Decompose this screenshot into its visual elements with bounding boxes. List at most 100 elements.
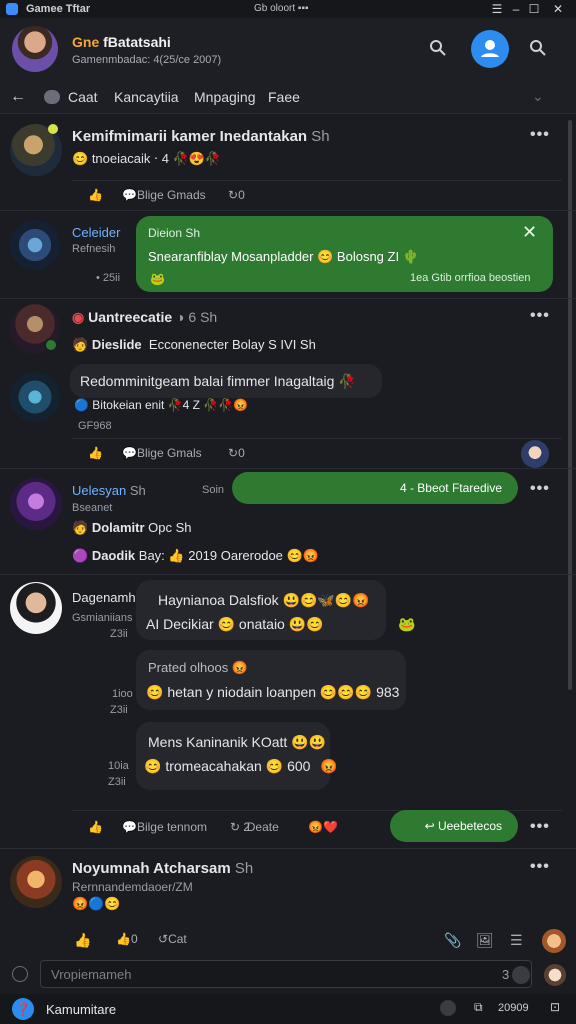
chevron-down-icon[interactable]: ⌄ (532, 88, 544, 105)
more-options-icon[interactable]: ••• (530, 818, 550, 836)
minimize-icon[interactable]: – (508, 1, 524, 17)
bubble-title: Haynianoa Dalsfiok 😃😊🦋😊😡 (158, 592, 370, 608)
reactions-icon[interactable]: 😡❤️ (308, 820, 338, 834)
post-actions: 👍 💬 Bilge tennom ↻ 2 Deate 😡❤️ (86, 820, 386, 836)
divider (72, 438, 562, 439)
comment-button[interactable]: ↺ Cat (158, 932, 187, 946)
attachment-icon[interactable]: 📎 (444, 932, 461, 949)
menu-icon[interactable]: ☰ (489, 1, 505, 17)
comment-button[interactable]: 💬 Blige Gmals (122, 446, 202, 460)
reply-pill[interactable]: ↩ Ueebetecos (390, 810, 518, 842)
message-bubble[interactable]: Haynianoa Dalsfiok 😃😊🦋😊😡 AI Decikiar 😊 o… (136, 580, 386, 640)
chat-bubble-icon (44, 90, 60, 104)
message-time: 1ioo (112, 688, 133, 700)
post-avatar[interactable] (10, 856, 62, 908)
list-icon[interactable]: ☰ (510, 932, 523, 949)
post-time: Soin (202, 484, 225, 496)
card-footer: 1ea Gtib orrfioa beostien (410, 272, 531, 284)
status-dot (48, 124, 58, 134)
post-subtitle: Gsmianiians (72, 612, 133, 624)
post-avatar[interactable] (10, 478, 62, 530)
share-button[interactable]: ↻ 0 (228, 446, 245, 460)
divider (0, 468, 576, 469)
emoji-icon[interactable] (12, 966, 28, 982)
message-bubble[interactable]: Redomminitgeam balai fimmer Inagaltaig 🥀 (70, 364, 382, 398)
post-author: ◉ Uantreecatie ◑ 6 Sh (72, 309, 218, 325)
post-avatar[interactable] (10, 582, 62, 634)
comment-button[interactable]: 💬 Bilge tennom (122, 820, 207, 834)
profile-header: Gne fBatatsahi Gamenmbadac: 4(25/ce 2007… (0, 18, 576, 80)
app-title: Gamee Tftar (26, 3, 91, 15)
message-bubble[interactable]: Mens Kaninanik KOatt 😃😃 😊 tromeacahakan … (136, 722, 330, 790)
back-arrow-icon[interactable]: ← (10, 88, 28, 106)
notification-icon[interactable]: ⊡ (550, 1000, 560, 1014)
like-icon[interactable]: 👍 (88, 188, 103, 202)
profile-name: Gne fBatatsahi (72, 34, 171, 50)
like-count-button[interactable]: 👍 0 (116, 932, 138, 946)
thumbs-up-outline-icon[interactable]: 👍 (74, 932, 91, 949)
tray-icon[interactable]: ⧉ (474, 1000, 483, 1015)
image-icon[interactable]: 🖼 (476, 932, 494, 949)
tab-chat[interactable]: Caat (68, 89, 98, 105)
message-bubble[interactable]: Prated olhoos 😡 😊 hetan y niodain loanpe… (136, 650, 406, 710)
like-icon[interactable]: 👍 (88, 820, 103, 834)
sender-subtitle: Refnesih (72, 243, 116, 255)
app-logo-icon[interactable]: ❓ (12, 998, 34, 1020)
add-user-button[interactable] (471, 30, 509, 68)
titlebar-center-text: Gb oloort ▪▪▪ (254, 3, 309, 14)
tab-faee[interactable]: Faee (268, 89, 300, 105)
message-card[interactable]: Dieion Sh Snearanfiblay Mosanpladder 😊 B… (136, 216, 553, 292)
help-icon[interactable] (440, 1000, 456, 1016)
post-author: Kemifmimarii kamer Inedantakan Sh (72, 128, 330, 145)
post-footer: GF968 (78, 420, 112, 432)
scrollbar[interactable] (568, 120, 572, 690)
search-alt-icon[interactable] (528, 38, 548, 58)
profile-subtitle: Gamenmbadac: 4(25/ce 2007) (72, 54, 222, 66)
bubble-title: Mens Kaninanik KOatt 😃😃 (148, 734, 327, 750)
post-author: Dagenamhe (72, 590, 143, 605)
reaction-icons: 😡🔵😊 (72, 896, 121, 911)
sender-name: Celeider (72, 225, 121, 240)
bottom-label: Kamumitare (46, 1002, 117, 1017)
like-icon[interactable]: 👍 (88, 446, 103, 460)
post-subtitle: Bseanet (72, 502, 113, 514)
message-input[interactable]: Vropiemameh 3 G (40, 960, 532, 988)
post-line: 🧑 Dolamitr Opc Sh (72, 520, 192, 535)
tab-kancaytiia[interactable]: Kancaytiia (114, 89, 179, 105)
post-actions: 👍 💬 Blige Gmads ↻ 0 (86, 188, 386, 204)
share-button[interactable]: ↻ 2 Deate (230, 820, 279, 834)
maximize-icon[interactable]: ☐ (526, 1, 542, 17)
post-author: Uelesyan Sh (72, 483, 146, 498)
divider (0, 848, 576, 849)
user-mini-avatar[interactable] (542, 929, 566, 953)
comment-button[interactable]: 💬 Blige Gmads (122, 188, 206, 202)
post-actions: 👍 💬 Blige Gmals ↻ 0 (86, 446, 386, 462)
window-titlebar: Gamee Tftar Gb oloort ▪▪▪ ☰ – ☐ ✕ (0, 0, 576, 18)
profile-avatar[interactable] (12, 26, 58, 72)
more-options-icon[interactable]: ••• (530, 126, 550, 144)
bubble-text: AI Decikiar 😊 onataio 😃😊 (146, 616, 324, 632)
close-window-icon[interactable]: ✕ (550, 1, 566, 17)
tab-bar: ← Caat Kancaytiia Mnpaging Faee ⌄ (0, 80, 576, 114)
sender-avatar[interactable] (10, 220, 60, 270)
composer-avatar[interactable] (544, 964, 566, 986)
more-options-icon[interactable]: ••• (530, 480, 550, 498)
search-icon[interactable] (428, 38, 448, 58)
post-subtitle: Rernnandemdaoer/ZM (72, 880, 193, 894)
post-line: 🧑 Dieslide Ecconenecter Bolay S IVI Sh (72, 337, 316, 352)
more-options-icon[interactable]: ••• (530, 307, 550, 325)
divider (0, 210, 576, 211)
share-button[interactable]: ↻ 0 (228, 188, 245, 202)
tab-mnpaging[interactable]: Mnpaging (194, 89, 256, 105)
reply-pill[interactable]: 4 - Bbeot Ftaredive (232, 472, 518, 504)
post-avatar[interactable] (10, 372, 60, 422)
card-title: Dieion Sh (148, 226, 201, 240)
online-badge (44, 338, 58, 352)
post-author: Noyumnah Atcharsam Sh (72, 860, 254, 877)
post-line: 🟣 Daodik Bay: 👍 2019 Oarerodoe 😊😡 (72, 548, 319, 563)
more-options-icon[interactable]: ••• (530, 858, 550, 876)
divider (0, 574, 576, 575)
close-icon[interactable]: ✕ (522, 222, 537, 243)
sticker-button[interactable] (512, 966, 530, 984)
bubble-text: Redomminitgeam balai fimmer Inagaltaig 🥀 (80, 373, 356, 389)
